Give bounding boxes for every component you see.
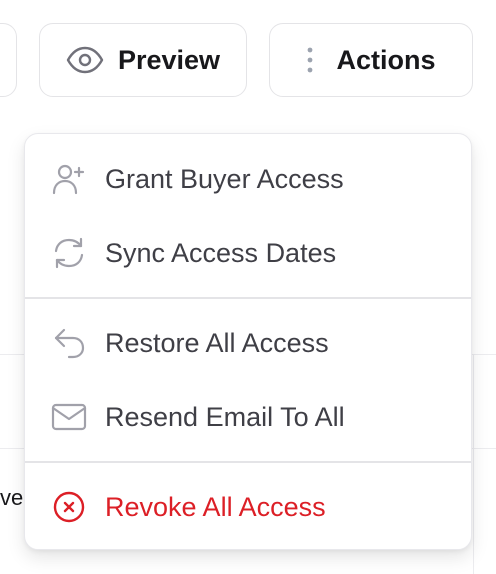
actions-button[interactable]: Actions xyxy=(269,23,473,97)
menu-divider xyxy=(25,297,471,299)
user-plus-icon xyxy=(51,161,87,197)
menu-item-label: Restore All Access xyxy=(105,327,329,358)
page: ve Preview Actions Grant Buyer Access Sy… xyxy=(0,0,496,574)
mail-icon xyxy=(51,399,87,435)
refresh-icon xyxy=(51,235,87,271)
menu-item-label: Grant Buyer Access xyxy=(105,163,344,194)
menu-item-sync-access-dates[interactable]: Sync Access Dates xyxy=(25,218,471,288)
preview-label: Preview xyxy=(117,44,221,75)
partial-cell-text: ve xyxy=(0,485,24,510)
undo-icon xyxy=(51,325,87,361)
menu-divider xyxy=(25,461,471,463)
actions-dropdown-menu: Grant Buyer Access Sync Access Dates Res… xyxy=(24,133,472,550)
menu-item-label: Resend Email To All xyxy=(105,401,345,432)
preview-button[interactable]: Preview xyxy=(39,23,247,97)
menu-item-revoke-all-access[interactable]: Revoke All Access xyxy=(25,472,471,542)
menu-item-label: Sync Access Dates xyxy=(105,237,337,268)
panel-right-border xyxy=(473,355,474,574)
actions-label: Actions xyxy=(336,44,436,75)
partial-toolbar-button[interactable] xyxy=(0,23,17,97)
eye-icon xyxy=(66,46,104,74)
menu-item-grant-buyer-access[interactable]: Grant Buyer Access xyxy=(25,144,471,214)
menu-item-label: Revoke All Access xyxy=(105,491,326,522)
menu-item-restore-all-access[interactable]: Restore All Access xyxy=(25,308,471,378)
x-circle-icon xyxy=(51,489,87,525)
menu-item-resend-email-to-all[interactable]: Resend Email To All xyxy=(25,382,471,452)
more-vertical-icon xyxy=(306,46,314,74)
